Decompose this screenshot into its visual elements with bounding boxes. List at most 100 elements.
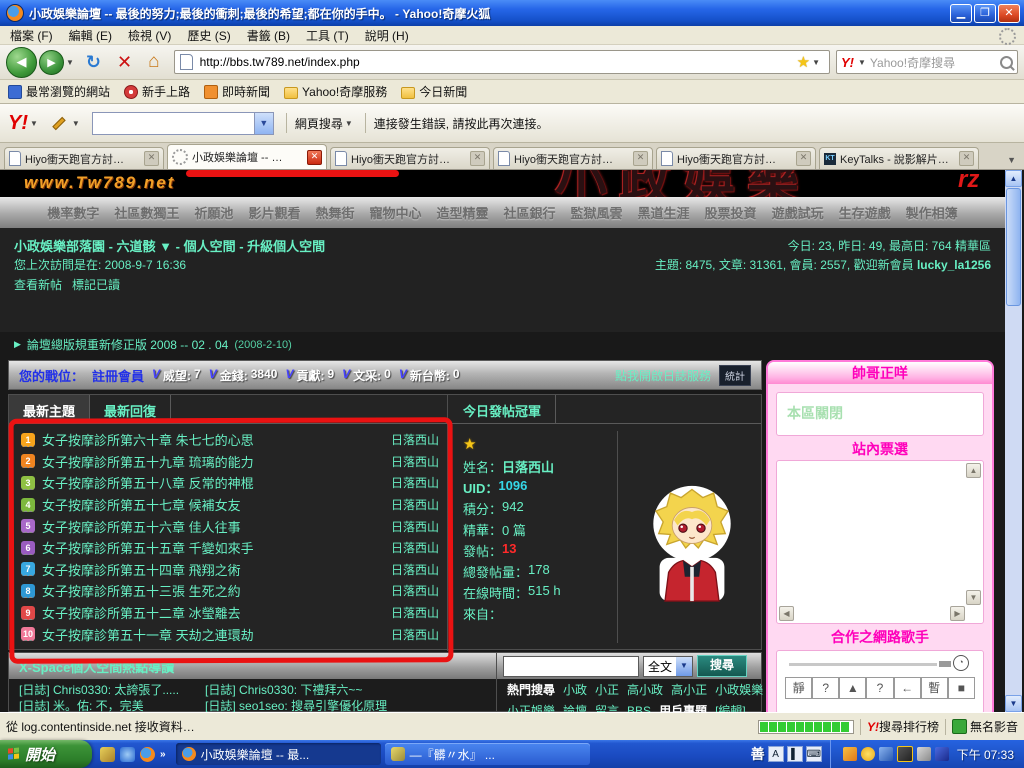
hot-search-link[interactable]: 論壇 xyxy=(563,702,587,712)
menu-bookmarks[interactable]: 書籤 (B) xyxy=(247,27,290,44)
bookmark-dropdown-icon[interactable]: ▼ xyxy=(812,58,820,67)
nav-item[interactable]: 生存遊戲 xyxy=(839,203,891,222)
yahoo-toolbar-search-input[interactable]: ▼ xyxy=(92,112,274,135)
player-back-button[interactable]: ← xyxy=(894,677,921,699)
tab-close-icon[interactable]: ✕ xyxy=(796,151,811,166)
nav-item[interactable]: 祈願池 xyxy=(194,203,233,222)
history-dropdown-icon[interactable]: ▼ xyxy=(66,58,74,67)
taskbar-item-messenger[interactable]: —『髒〃水』 ... xyxy=(385,743,590,765)
ime-shape-icon[interactable]: ▌ xyxy=(787,746,803,762)
quick-launch-overflow-icon[interactable]: » xyxy=(160,749,166,760)
hot-search-link[interactable]: BBS xyxy=(627,704,651,713)
select-dropdown-icon[interactable]: ▼ xyxy=(676,657,692,676)
quick-launch-icon[interactable] xyxy=(100,747,115,762)
nav-item[interactable]: 社區數獨王 xyxy=(114,203,179,222)
yahoo-rank-link[interactable]: 搜尋排行榜 xyxy=(879,718,939,735)
xspace-entry-link[interactable]: [日誌] 米。佑: 不，完美 xyxy=(19,698,179,712)
taskbar-item-forum[interactable]: 小政娛樂論壇 -- 最... xyxy=(176,743,381,765)
rank-value[interactable]: 註冊會員 xyxy=(92,366,144,385)
tab-keytalks[interactable]: KTKeyTalks - 說影解片…✕ xyxy=(819,147,979,169)
player-mute-button[interactable]: 靜 xyxy=(785,677,812,699)
tray-icon-messenger-smiley[interactable] xyxy=(861,747,875,761)
scroll-down-icon[interactable]: ▼ xyxy=(1005,695,1022,712)
nav-item[interactable]: 機率數字 xyxy=(47,203,99,222)
ime-mode-icon[interactable]: A xyxy=(768,746,784,762)
scrollbar-thumb[interactable] xyxy=(1006,188,1021,306)
minimize-button[interactable]: ▁ xyxy=(950,4,972,23)
menu-help[interactable]: 說明 (H) xyxy=(365,27,409,44)
pencil-icon[interactable] xyxy=(52,116,65,129)
yahoo-search-box[interactable]: Y! ▼ Yahoo!奇摩搜尋 xyxy=(836,50,1018,74)
menu-history[interactable]: 歷史 (S) xyxy=(187,27,230,44)
new-member-link[interactable]: lucky_la1256 xyxy=(917,258,991,272)
tab-hiyo-1[interactable]: Hiyo衝天跑官方討…✕ xyxy=(4,147,164,169)
hot-search-link[interactable]: 小政娛樂 xyxy=(715,681,763,698)
player-button[interactable]: ? xyxy=(866,677,893,699)
player-seek-slider[interactable] xyxy=(789,663,937,666)
essence-link[interactable]: 精華區 xyxy=(955,239,991,253)
menu-edit[interactable]: 編輯 (E) xyxy=(69,27,112,44)
tray-icon-book[interactable] xyxy=(935,747,949,761)
nav-item[interactable]: 黑道生涯 xyxy=(638,203,690,222)
player-button[interactable]: ▲ xyxy=(839,677,866,699)
nav-item[interactable]: 監獄風雲 xyxy=(571,203,623,222)
forward-button[interactable]: ▶ xyxy=(39,50,64,75)
announcement-row[interactable]: ▶ 論壇總版規重新修正版 2008 -- 02 . 04 (2008-2-10) xyxy=(14,336,292,353)
tab-forum-active[interactable]: 小政娛樂論壇 -- …✕ xyxy=(167,144,327,169)
scroll-left-icon[interactable]: ◀ xyxy=(779,606,794,621)
tab-hiyo-2[interactable]: Hiyo衝天跑官方討…✕ xyxy=(330,147,490,169)
tab-close-icon[interactable]: ✕ xyxy=(307,150,322,165)
stop-button[interactable]: ✕ xyxy=(117,52,132,73)
tray-icon-star[interactable] xyxy=(843,747,857,761)
forum-search-button[interactable]: 搜尋 xyxy=(697,655,747,677)
forum-search-input[interactable] xyxy=(503,656,639,677)
user-topics-link[interactable]: 用戶專題 xyxy=(659,702,707,712)
scroll-down-icon[interactable]: ▼ xyxy=(966,590,981,605)
pencil-dropdown-icon[interactable]: ▼ xyxy=(72,119,80,128)
start-button[interactable]: 開始 xyxy=(0,740,92,768)
hot-search-link[interactable]: 小正 xyxy=(595,681,619,698)
bookmark-yahoo-services[interactable]: Yahoo!奇摩服務 xyxy=(284,83,387,100)
connection-error-message[interactable]: 連接發生錯誤, 請按此再次連接。 xyxy=(374,115,549,132)
hot-search-link[interactable]: 留言 xyxy=(595,702,619,712)
xspace-entry-link[interactable]: [日誌] Chris0330: 下禮拜六~~ xyxy=(205,682,387,698)
tab-hiyo-3[interactable]: Hiyo衝天跑官方討…✕ xyxy=(493,147,653,169)
bookmark-most-visited[interactable]: 最常瀏覽的網站 xyxy=(8,83,110,100)
scroll-up-icon[interactable]: ▲ xyxy=(1005,170,1022,187)
nav-item[interactable]: 社區銀行 xyxy=(504,203,556,222)
tab-hiyo-4[interactable]: Hiyo衝天跑官方討…✕ xyxy=(656,147,816,169)
ie-icon[interactable] xyxy=(120,747,135,762)
xspace-entry-link[interactable]: [日誌] seo1seo: 搜尋引擎優化原理 xyxy=(205,698,387,712)
bookmark-star-icon[interactable]: ★ xyxy=(797,53,810,71)
tray-icon-alert[interactable] xyxy=(897,746,913,762)
nav-item[interactable]: 影片觀看 xyxy=(248,203,300,222)
yahoo-logo-dropdown-icon[interactable]: ▼ xyxy=(30,119,38,128)
tab-close-icon[interactable]: ✕ xyxy=(144,151,159,166)
breadcrumb[interactable]: 小政娛樂部落園 - 六道骸 ▼ - 個人空間 - 升級個人空間 xyxy=(14,236,325,255)
tab-close-icon[interactable]: ✕ xyxy=(959,151,974,166)
edit-link[interactable]: [編輯] xyxy=(715,702,746,712)
web-search-button[interactable]: 網頁搜尋 xyxy=(295,115,343,132)
wretch-link[interactable]: 無名影音 xyxy=(970,718,1018,735)
bookmark-getting-started[interactable]: 新手上路 xyxy=(124,83,190,100)
player-pause-button[interactable]: 暫 xyxy=(921,677,948,699)
nav-item[interactable]: 股票投資 xyxy=(705,203,757,222)
yahoo-toolbar-logo[interactable]: Y! xyxy=(8,112,28,135)
tab-close-icon[interactable]: ✕ xyxy=(633,151,648,166)
nav-item[interactable]: 遊戲試玩 xyxy=(772,203,824,222)
browser-scrollbar[interactable]: ▲ ▼ xyxy=(1005,170,1022,712)
tray-icon-network[interactable] xyxy=(879,747,893,761)
xspace-entry-link[interactable]: [日誌] Chris0330: 太誇張了..... xyxy=(19,682,179,698)
hot-search-link[interactable]: 高小政 xyxy=(627,681,663,698)
web-search-dropdown-icon[interactable]: ▼ xyxy=(345,119,353,128)
blog-service-link[interactable]: 點我開啟日誌服務 xyxy=(615,367,711,384)
tray-icon-volume[interactable] xyxy=(917,747,931,761)
home-button[interactable]: ⌂ xyxy=(148,51,159,73)
ime-keyboard-icon[interactable]: ⌨ xyxy=(806,746,822,762)
bookmark-today-news[interactable]: 今日新聞 xyxy=(401,83,467,100)
scroll-up-icon[interactable]: ▲ xyxy=(966,463,981,478)
announcement-link[interactable]: 論壇總版規重新修正版 2008 -- 02 . 04 xyxy=(27,336,228,353)
tab-list-dropdown-icon[interactable]: ▼ xyxy=(1007,155,1020,169)
ime-indicator[interactable]: 善 xyxy=(751,744,765,764)
stats-badge[interactable]: 統計 xyxy=(719,365,751,386)
